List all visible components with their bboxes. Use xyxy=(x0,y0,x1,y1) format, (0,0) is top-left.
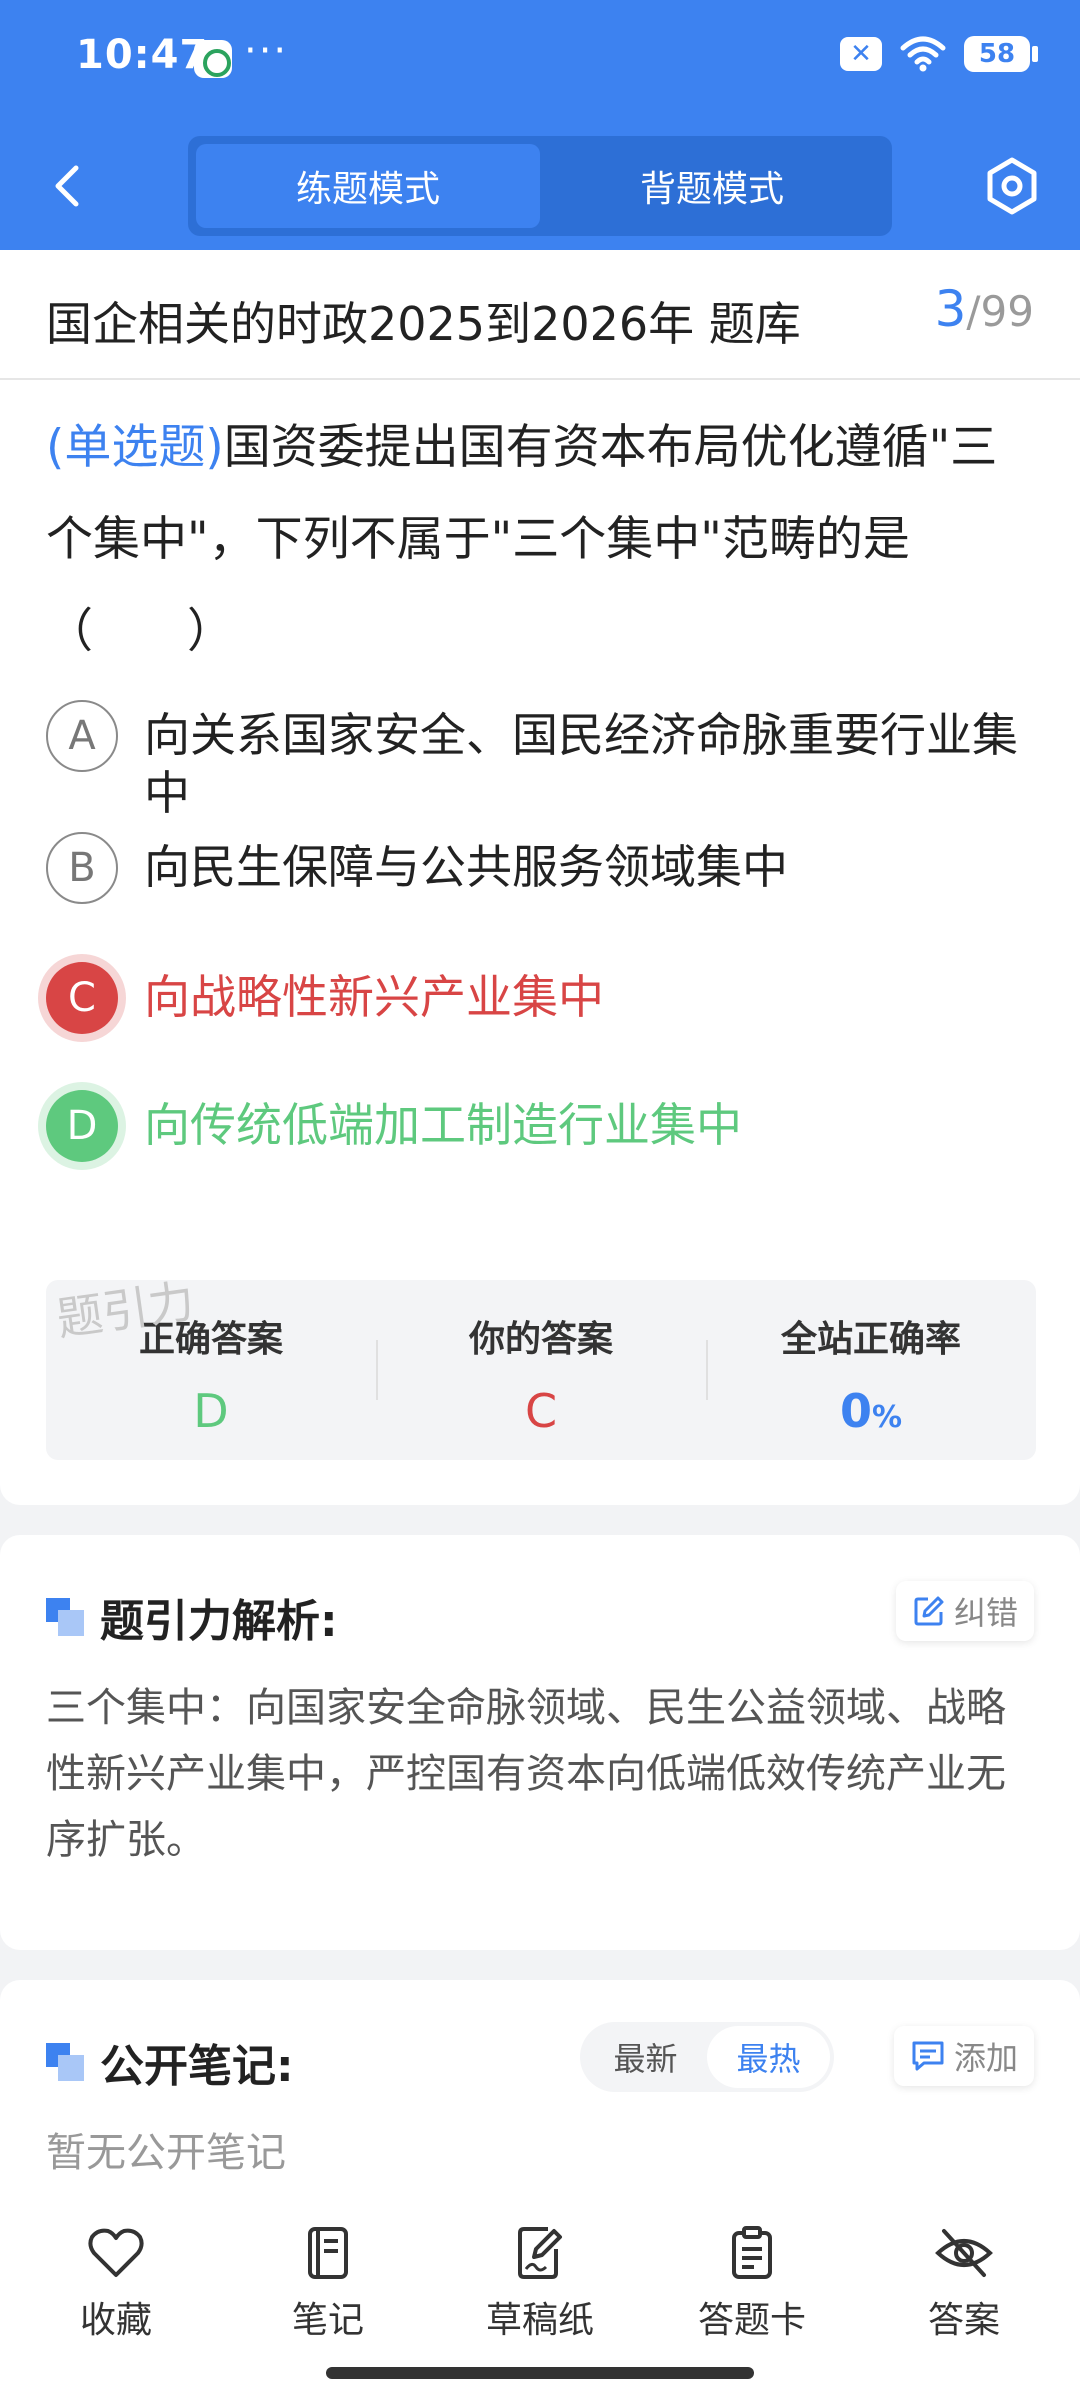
show-answer-label: 答案 xyxy=(927,2300,1000,2341)
correct-answer-value: D xyxy=(193,1384,229,1438)
sort-hottest[interactable]: 最热 xyxy=(707,2026,830,2088)
accuracy-number: 0 xyxy=(839,1384,872,1438)
comment-icon xyxy=(912,2041,944,2071)
your-answer-stat: 你的答案 C xyxy=(376,1280,706,1460)
progress-separator: / xyxy=(966,287,981,336)
option-d[interactable]: D 向传统低端加工制造行业集中 xyxy=(46,1090,1036,1162)
current-question-number: 3 xyxy=(934,280,967,338)
section-squares-icon xyxy=(46,2043,84,2081)
stat-label: 你的答案 xyxy=(468,1319,613,1360)
option-a[interactable]: A 向关系国家安全、国民经济命脉重要行业集中 xyxy=(46,700,1036,822)
notebook-icon xyxy=(308,2227,348,2279)
option-text: 向关系国家安全、国民经济命脉重要行业集中 xyxy=(144,708,1018,820)
option-letter: D xyxy=(46,1090,118,1162)
option-text: 向战略性新兴产业集中 xyxy=(144,970,604,1024)
option-text: 向民生保障与公共服务领域集中 xyxy=(144,840,788,894)
eye-off-icon xyxy=(935,2229,993,2277)
header: 10:47 ··· ✕ 58 练题模式 背题模式 xyxy=(0,0,1080,250)
notes-label: 笔记 xyxy=(291,2300,364,2341)
heart-icon xyxy=(88,2228,144,2277)
wifi-icon xyxy=(900,36,946,72)
add-note-button[interactable]: 添加 xyxy=(893,2026,1034,2086)
answer-card-label: 答题卡 xyxy=(697,2300,806,2341)
site-accuracy-value: 0% xyxy=(706,1384,1036,1438)
more-notifications-icon: ··· xyxy=(244,28,289,74)
answer-card-icon xyxy=(732,2226,772,2279)
settings-icon[interactable] xyxy=(980,154,1044,218)
home-indicator[interactable] xyxy=(326,2367,754,2379)
analysis-text: 三个集中：向国家安全命脉领域、民生公益领域、战略性新兴产业集中，严控国有资本向低… xyxy=(46,1685,1006,1863)
option-letter: A xyxy=(46,700,118,772)
report-error-button[interactable]: 纠错 xyxy=(895,1581,1034,1641)
show-answer-button[interactable]: 答案 xyxy=(864,2195,1064,2400)
option-letter: B xyxy=(46,832,118,904)
question-progress[interactable]: 3/99 xyxy=(935,280,1034,338)
tab-memorize-mode[interactable]: 背题模式 xyxy=(540,144,884,228)
app-notification-icon xyxy=(194,40,232,78)
notes-sort-toggle: 最新 最热 xyxy=(580,2022,834,2092)
total-question-count: 99 xyxy=(980,287,1034,336)
report-error-label: 纠错 xyxy=(953,1594,1018,1632)
question-card: 国企相关的时政2025到2026年 题库 3/99 (单选题)国资委提出国有资本… xyxy=(0,250,1080,1505)
section-squares-icon xyxy=(46,1598,84,1636)
mode-toggle: 练题模式 背题模式 xyxy=(188,136,892,236)
add-note-label: 添加 xyxy=(953,2039,1018,2077)
sort-latest[interactable]: 最新 xyxy=(584,2026,707,2088)
favorite-button[interactable]: 收藏 xyxy=(16,2195,216,2400)
question-bank-title: 国企相关的时政2025到2026年 题库 xyxy=(46,297,801,351)
status-time: 10:47 xyxy=(76,32,209,78)
accuracy-unit: % xyxy=(871,1400,903,1435)
nav-bar: 练题模式 背题模式 xyxy=(0,136,1080,236)
tab-practice-mode[interactable]: 练题模式 xyxy=(196,144,540,228)
option-c[interactable]: C 向战略性新兴产业集中 xyxy=(46,962,1036,1034)
stat-label: 全站正确率 xyxy=(780,1319,961,1360)
edit-icon xyxy=(914,1596,944,1626)
notes-title: 公开笔记: xyxy=(100,2041,294,2092)
option-letter: C xyxy=(46,962,118,1034)
question-header: 国企相关的时政2025到2026年 题库 3/99 xyxy=(0,250,1080,380)
empty-notes-text: 暂无公开笔记 xyxy=(46,2130,286,2176)
draft-paper-label: 草稿纸 xyxy=(485,2300,594,2341)
battery-indicator: 58 xyxy=(964,36,1038,72)
notes-header: 公开笔记: xyxy=(46,2030,294,2094)
question-text: (单选题)国资委提出国有资本布局优化遵循"三个集中"，下列不属于"三个集中"范畴… xyxy=(46,402,1036,678)
analysis-title: 题引力解析: xyxy=(100,1596,338,1647)
favorite-label: 收藏 xyxy=(79,2300,152,2341)
analysis-header: 题引力解析: xyxy=(46,1585,338,1649)
site-accuracy-stat: 全站正确率 0% xyxy=(706,1280,1036,1460)
your-answer-value: C xyxy=(524,1384,558,1438)
status-bar: 10:47 ··· ✕ 58 xyxy=(76,28,1038,90)
analysis-card: 题引力解析: 纠错 三个集中：向国家安全命脉领域、民生公益领域、战略性新兴产业集… xyxy=(0,1535,1080,1950)
option-b[interactable]: B 向民生保障与公共服务领域集中 xyxy=(46,832,1036,904)
question-type-label: (单选题) xyxy=(46,420,224,475)
x-badge-icon: ✕ xyxy=(840,37,882,71)
draft-icon xyxy=(518,2227,562,2279)
back-arrow-icon[interactable] xyxy=(40,156,100,216)
option-text: 向传统低端加工制造行业集中 xyxy=(144,1098,742,1152)
